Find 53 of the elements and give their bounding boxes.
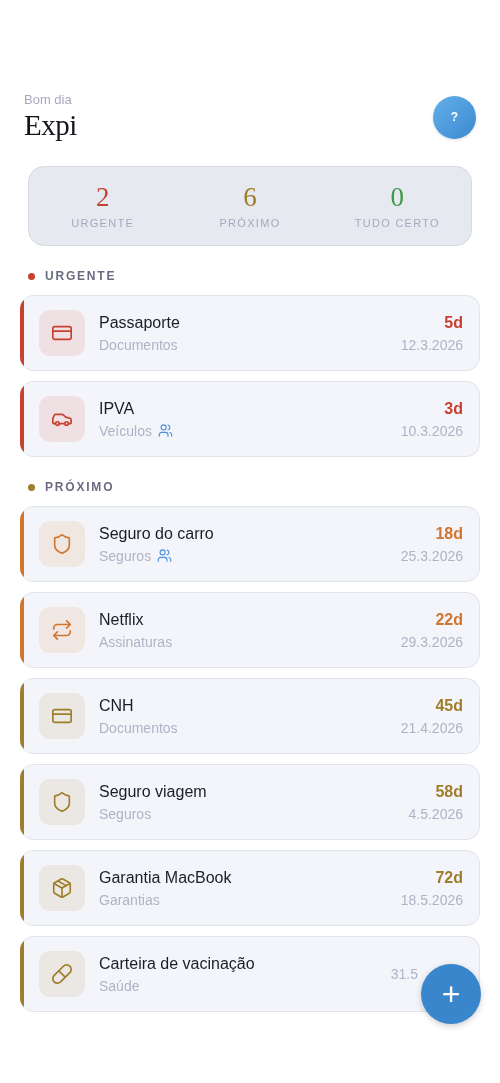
item-category: Documentos <box>99 336 178 353</box>
stat-label: TUDO CERTO <box>354 216 440 229</box>
days-left: 72d <box>435 868 463 887</box>
due-date: 31.5 <box>390 966 418 982</box>
item-name: IPVA <box>99 399 136 418</box>
item-category: Seguros <box>99 805 152 822</box>
item-category: Assinaturas <box>99 633 173 650</box>
item-card[interactable]: Seguro do carro Seguros 18d 25.3.2026 <box>20 506 480 582</box>
days-left: 22d <box>435 610 463 629</box>
due-date: 12.3.2026 <box>400 336 463 353</box>
days-left: 18d <box>435 524 463 543</box>
item-name: CNH <box>99 696 135 715</box>
item-name: Netflix <box>99 610 145 629</box>
item-card[interactable]: IPVA Veículos 3d 10.3.2026 <box>20 381 480 457</box>
item-card[interactable]: Passaporte Documentos 5d 12.3.2026 <box>20 295 480 371</box>
item-name: Seguro do carro <box>99 524 215 543</box>
item-category: Seguros <box>99 547 152 564</box>
due-date: 10.3.2026 <box>400 422 463 439</box>
item-card[interactable]: Netflix Assinaturas 22d 29.3.2026 <box>20 592 480 668</box>
item-category: Documentos <box>99 719 178 736</box>
stat-label: URGENTE <box>71 216 135 229</box>
days-left: 5d <box>444 313 463 332</box>
due-date: 18.5.2026 <box>400 891 463 908</box>
stat-count: 6 <box>243 183 257 211</box>
pill-icon <box>51 963 73 985</box>
due-date: 25.3.2026 <box>400 547 463 564</box>
shield-icon <box>51 791 73 813</box>
item-name: Passaporte <box>99 313 181 332</box>
item-category: Veículos <box>99 422 152 439</box>
section-title: URGENTE <box>45 269 117 283</box>
item-name: Garantia MacBook <box>99 868 233 887</box>
days-left: 3d <box>444 399 463 418</box>
stat-label: PRÓXIMO <box>219 216 281 229</box>
item-name: Seguro viagem <box>99 782 208 801</box>
app-title: Expi <box>24 109 77 142</box>
item-card[interactable]: CNH Documentos 45d 21.4.2026 <box>20 678 480 754</box>
greeting: Bom dia <box>24 92 73 107</box>
stat-count: 2 <box>95 183 110 211</box>
days-left: 58d <box>435 782 463 801</box>
due-date: 29.3.2026 <box>400 633 463 650</box>
item-card[interactable]: Seguro viagem Seguros 58d 4.5.2026 <box>20 764 480 840</box>
due-date: 4.5.2026 <box>408 805 463 822</box>
due-date: 21.4.2026 <box>400 719 463 736</box>
repeat-icon <box>51 619 73 641</box>
box-icon <box>51 877 73 899</box>
item-name: Carteira de vacinação <box>99 954 256 973</box>
shield-icon <box>51 533 73 555</box>
stat-count: 0 <box>390 183 405 211</box>
section-title: PRÓXIMO <box>45 480 115 494</box>
item-card[interactable]: Garantia MacBook Garantias 72d 18.5.2026 <box>20 850 480 926</box>
days-left: 45d <box>435 696 463 715</box>
item-category: Saúde <box>99 977 140 994</box>
item-category: Garantias <box>99 891 160 908</box>
